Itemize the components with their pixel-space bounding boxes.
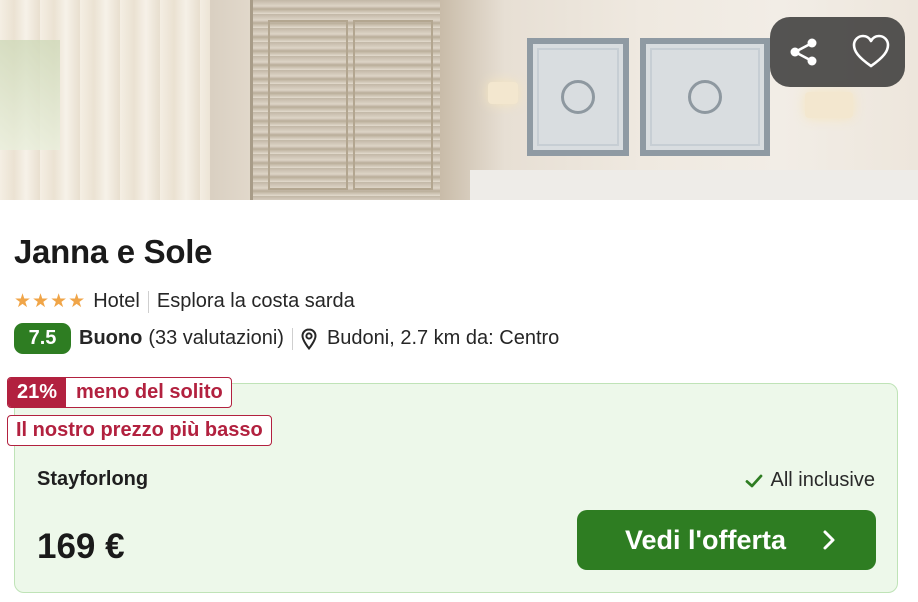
- chevron-right-icon: [822, 529, 836, 551]
- panel-sun-left: [561, 80, 595, 114]
- offer-price: 169 €: [37, 527, 125, 566]
- divider: [291, 327, 293, 350]
- rating-count[interactable]: (33 valutazioni): [148, 327, 284, 350]
- star-icon: ★: [32, 291, 50, 312]
- star-icon: ★: [50, 291, 68, 312]
- discount-percent: 21%: [8, 378, 67, 407]
- armoire-door-right: [353, 20, 433, 190]
- rating-label: Buono: [79, 327, 143, 349]
- wall-lamp-right: [805, 92, 853, 118]
- bed-decor: [470, 170, 918, 200]
- hotel-location[interactable]: Budoni, 2.7 km da: Centro: [327, 327, 559, 350]
- wall-panel-left: [527, 38, 629, 156]
- board-type: All inclusive: [745, 469, 875, 492]
- board-type-label: All inclusive: [770, 469, 875, 491]
- photo-actions: [770, 17, 905, 87]
- star-icon: ★: [14, 291, 32, 312]
- view-deal-button[interactable]: Vedi l'offerta: [577, 510, 876, 570]
- hotel-name[interactable]: Janna e Sole: [14, 233, 212, 271]
- checkmark-icon: [745, 473, 763, 489]
- favorite-button[interactable]: [845, 26, 897, 78]
- lowest-price-badge: Il nostro prezzo più basso: [7, 415, 272, 446]
- window-decor: [0, 40, 60, 150]
- map-pin-icon: [301, 327, 317, 350]
- wall-panel-right: [640, 38, 770, 156]
- accommodation-type: Hotel: [93, 290, 140, 312]
- offer-provider: Stayforlong: [37, 468, 149, 490]
- armoire-door-left: [268, 20, 348, 190]
- panel-sun-right: [688, 80, 722, 114]
- discount-badge: 21% meno del solito: [7, 377, 232, 408]
- hotel-meta: ★ ★ ★ ★ Hotel Esplora la costa sarda: [14, 290, 355, 313]
- star-icon: ★: [68, 291, 86, 312]
- hotel-tagline: Esplora la costa sarda: [156, 290, 355, 312]
- discount-text: meno del solito: [76, 381, 223, 403]
- star-rating: ★ ★ ★ ★: [14, 292, 85, 311]
- wall-lamp-left: [488, 82, 518, 104]
- share-icon: [790, 38, 817, 66]
- armoire-decor: [250, 0, 440, 200]
- rating-location-row: 7.5 Buono (33 valutazioni) Budoni, 2.7 k…: [14, 323, 559, 354]
- hotel-photo[interactable]: [0, 0, 918, 200]
- share-button[interactable]: [778, 26, 830, 78]
- heart-outline-icon: [852, 34, 890, 68]
- divider: [147, 290, 149, 313]
- view-deal-label: Vedi l'offerta: [625, 524, 786, 555]
- rating-score-badge[interactable]: 7.5: [14, 323, 71, 354]
